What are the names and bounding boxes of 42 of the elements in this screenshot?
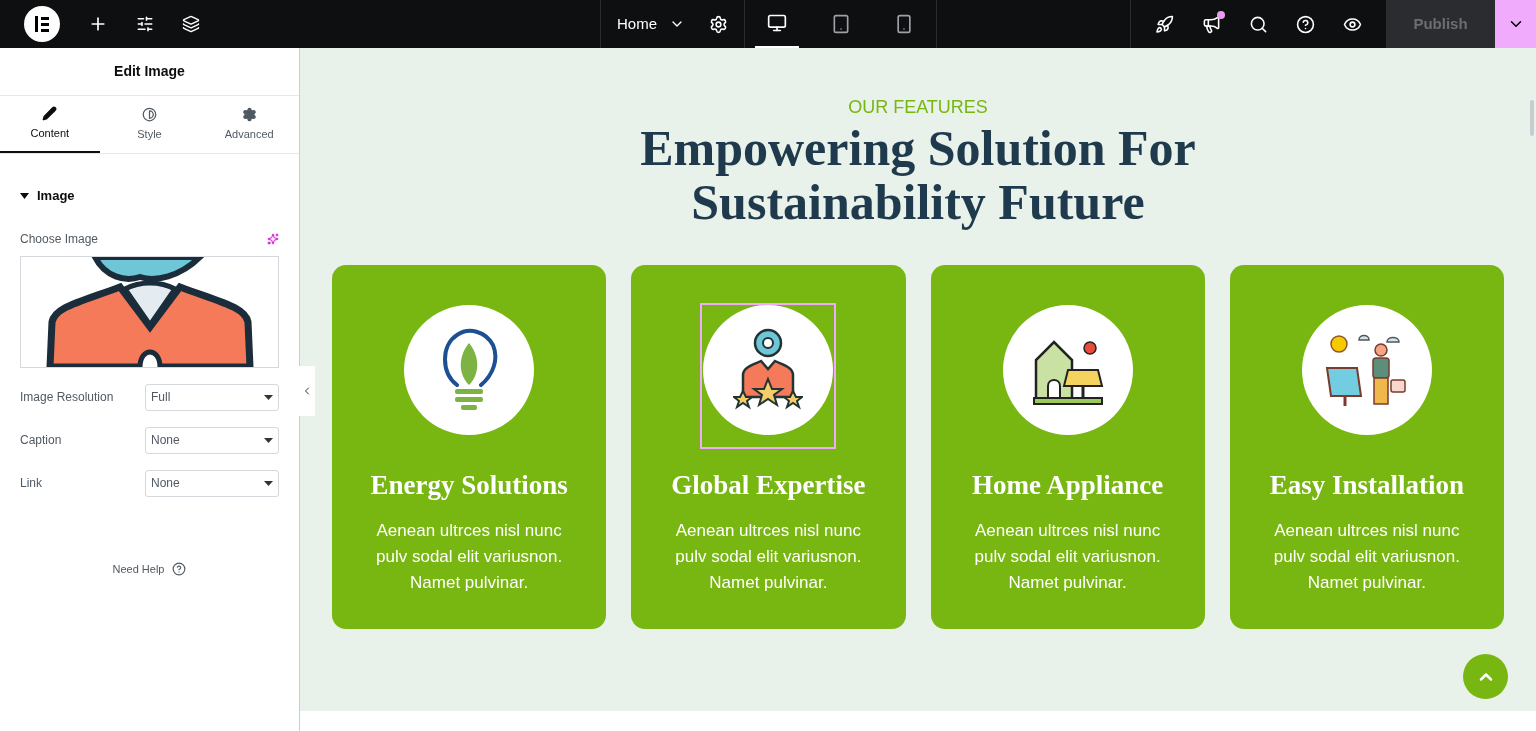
card-text: Aenean ultrces nisl nunc pulv sodal elit variusnon. Namet pulvinar. [674, 519, 863, 594]
panel-title: Edit Image [0, 48, 299, 96]
field-label: Image Resolution [20, 389, 115, 406]
contrast-icon [142, 106, 157, 122]
select-field[interactable]: Full [145, 383, 279, 411]
pencil-icon [42, 105, 58, 121]
gear-icon [241, 106, 257, 122]
card-text: Aenean ultrces nisl nunc pulv sodal elit variusnon. Namet pulvinar. [375, 519, 564, 594]
card-title: Home Appliance [972, 469, 1164, 502]
need-help-link[interactable]: Need Help [112, 560, 165, 577]
select-field[interactable]: None [145, 469, 279, 497]
caret-icon [264, 480, 273, 486]
field-label: Choose Image [20, 230, 99, 248]
section-heading: Empowering Solution For Sustainability Future [639, 121, 1197, 229]
field-label: Link [20, 475, 43, 492]
search-icon[interactable] [1249, 14, 1268, 34]
rocket-icon[interactable] [1155, 14, 1174, 34]
scrollbar-thumb [1530, 100, 1534, 136]
select-field[interactable]: None [145, 426, 279, 454]
help-icon[interactable] [172, 561, 187, 576]
megaphone-icon[interactable] [1202, 14, 1221, 34]
caret-icon [20, 192, 29, 199]
page-dropdown[interactable]: Home [617, 12, 685, 36]
eyebrow-text: OUR FEATURES [848, 96, 988, 119]
panel-tab[interactable]: Advanced [199, 96, 299, 153]
layers-icon[interactable] [182, 15, 200, 33]
caret-icon [264, 394, 273, 400]
desktop-icon [766, 13, 787, 33]
card-title: Energy Solutions [370, 469, 568, 502]
caret-icon [264, 437, 273, 443]
card-title: Global Expertise [671, 469, 866, 502]
card-text: Aenean ultrces nisl nunc pulv sodal elit variusnon. Namet pulvinar. [973, 519, 1162, 594]
settings-icon[interactable] [709, 14, 728, 34]
settings-sliders-icon[interactable] [136, 15, 154, 33]
section-header[interactable]: Image [0, 154, 299, 222]
panel-tab[interactable]: Content [0, 96, 100, 153]
card-title: Easy Installation [1269, 469, 1465, 502]
card-text: Aenean ultrces nisl nunc pulv sodal elit variusnon. Namet pulvinar. [1272, 519, 1461, 594]
panel-tab[interactable]: Style [99, 96, 200, 153]
field-label: Caption [20, 432, 63, 449]
sparkles-icon[interactable] [267, 232, 279, 245]
logo-icon[interactable] [24, 6, 60, 42]
